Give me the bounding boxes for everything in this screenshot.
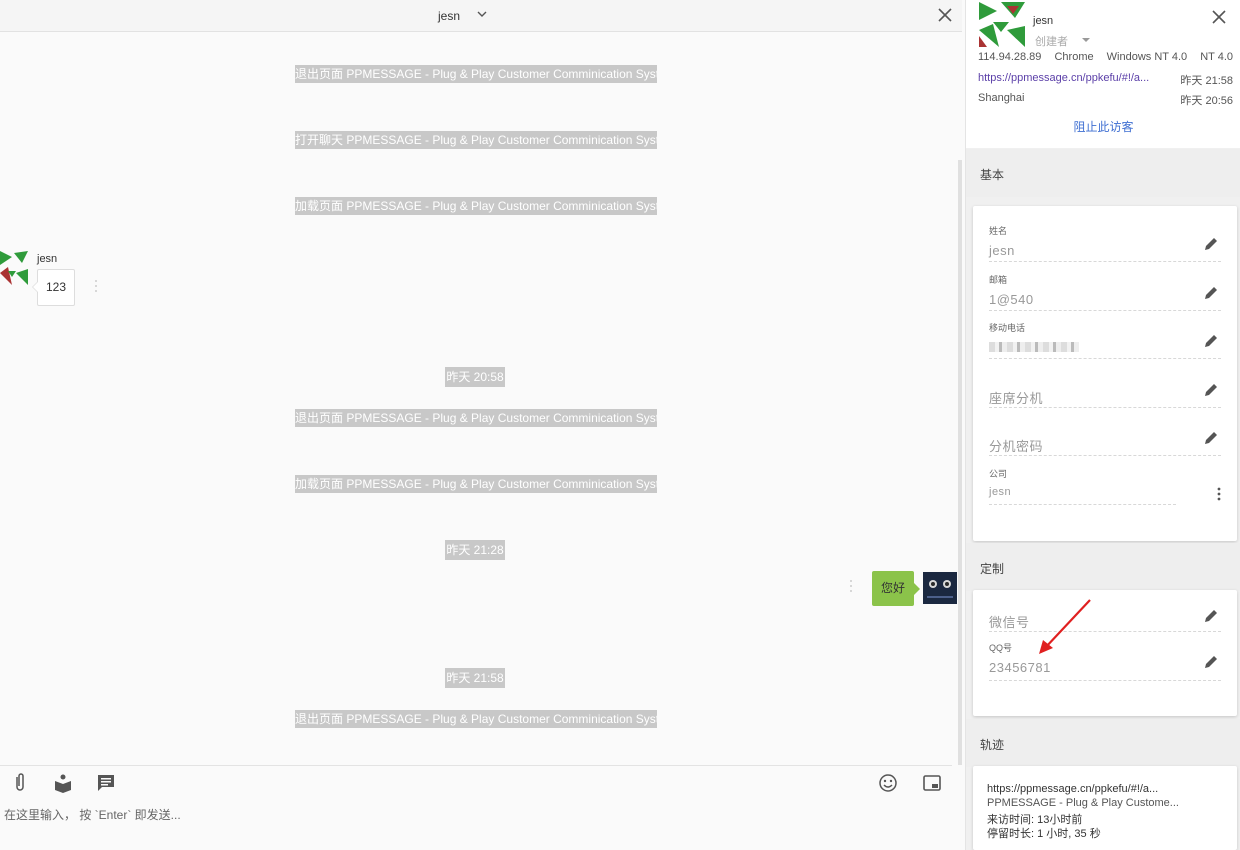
close-icon[interactable] <box>936 6 954 24</box>
visitor-os-short: NT 4.0 <box>1200 51 1233 63</box>
section-heading-custom: 定制 <box>966 543 1240 591</box>
visitor-summary: jesn 创建者 114.94.28.89 Chrome Windows NT … <box>966 0 1240 148</box>
sender-name: jesn <box>37 253 58 265</box>
agent-avatar[interactable] <box>923 572 957 604</box>
field-label: 公司 <box>989 469 1008 479</box>
edit-pencil-icon[interactable] <box>1203 382 1219 398</box>
field-placeholder[interactable]: 微信号 <box>989 612 1030 631</box>
visitor-current-url-row: https://ppmessage.cn/ppkefu/#!/a... <box>978 72 1149 84</box>
chat-pane: jesn 退出页面 PPMESSAGE - Plug & Play Custom… <box>0 0 962 850</box>
edit-pencil-icon[interactable] <box>1203 236 1219 252</box>
timestamp: 昨天 21:28 <box>445 540 505 560</box>
basic-info-card: 姓名 jesn 邮箱 1@540 移动电话 座席分机 分机密码 公司 jesn <box>973 206 1237 541</box>
field-placeholder[interactable]: 座席分机 <box>989 388 1043 407</box>
system-message: 退出页面 PPMESSAGE - Plug & Play Customer Co… <box>295 710 657 728</box>
section-heading-track: 轨迹 <box>966 719 1240 767</box>
edit-pencil-icon[interactable] <box>1203 333 1219 349</box>
field-label: 邮箱 <box>989 275 1008 285</box>
edit-pencil-icon[interactable] <box>1203 654 1219 670</box>
caret-down-icon[interactable] <box>1082 38 1090 46</box>
field-value[interactable]: jesn <box>989 243 1015 258</box>
wechat-field[interactable]: 微信号 <box>989 600 1221 632</box>
more-vert-icon[interactable] <box>1217 486 1221 502</box>
field-label: QQ号 <box>989 643 1013 653</box>
message-input-area <box>0 800 952 850</box>
conversation-title[interactable]: jesn <box>438 9 460 23</box>
track-stay-duration: 停留时长: 1 小时, 35 秒 <box>987 828 1101 840</box>
name-field[interactable]: 姓名 jesn <box>989 222 1221 262</box>
email-field[interactable]: 邮箱 1@540 <box>989 271 1221 311</box>
visitor-city-time: 昨天 20:56 <box>1180 95 1233 107</box>
system-message: 加载页面 PPMESSAGE - Plug & Play Customer Co… <box>295 475 657 493</box>
visitor-avatar[interactable] <box>0 251 28 285</box>
system-message: 加载页面 PPMESSAGE - Plug & Play Customer Co… <box>295 197 657 215</box>
chat-header: jesn <box>0 0 962 32</box>
knowledge-book-icon[interactable] <box>52 772 74 794</box>
block-visitor-button[interactable]: 阻止此访客 <box>966 118 1240 135</box>
outgoing-message-bubble[interactable]: 您好 <box>872 571 920 606</box>
chat-scrollbar[interactable] <box>958 160 962 765</box>
extension-password-field[interactable]: 分机密码 <box>989 416 1221 456</box>
field-label: 姓名 <box>989 226 1008 236</box>
visitor-role[interactable]: 创建者 <box>1035 33 1068 49</box>
canned-reply-icon[interactable] <box>95 772 117 794</box>
field-value[interactable]: 1@540 <box>989 292 1034 307</box>
track-page-title: PPMESSAGE - Plug & Play Custome... <box>987 797 1179 809</box>
system-message: 退出页面 PPMESSAGE - Plug & Play Customer Co… <box>295 65 657 83</box>
incoming-message-bubble[interactable]: 123 <box>32 269 75 306</box>
edit-pencil-icon[interactable] <box>1203 430 1219 446</box>
redacted-phone-value <box>989 342 1079 352</box>
attachment-icon[interactable] <box>9 772 31 794</box>
visitor-name: jesn <box>1033 15 1054 27</box>
visitor-city: Shanghai <box>978 92 1025 104</box>
visitor-info-panel: jesn 创建者 114.94.28.89 Chrome Windows NT … <box>965 0 1240 850</box>
field-placeholder[interactable]: 分机密码 <box>989 436 1043 455</box>
mobile-phone-field[interactable]: 移动电话 <box>989 319 1221 359</box>
field-value[interactable]: 23456781 <box>989 660 1051 675</box>
timestamp: 昨天 20:58 <box>445 367 505 387</box>
system-message: 退出页面 PPMESSAGE - Plug & Play Customer Co… <box>295 409 657 427</box>
track-card: https://ppmessage.cn/ppkefu/#!/a... PPME… <box>973 766 1237 850</box>
track-url[interactable]: https://ppmessage.cn/ppkefu/#!/a... <box>987 783 1158 795</box>
expand-editor-icon[interactable] <box>921 772 943 794</box>
timestamp: 昨天 21:58 <box>445 668 505 688</box>
visitor-client-info: 114.94.28.89 Chrome Windows NT 4.0 <box>978 51 1197 63</box>
visitor-current-url[interactable]: https://ppmessage.cn/ppkefu/#!/a... <box>978 72 1149 84</box>
close-icon[interactable] <box>1210 8 1228 26</box>
seat-extension-field[interactable]: 座席分机 <box>989 368 1221 408</box>
custom-info-card: 微信号 QQ号 23456781 <box>973 590 1237 716</box>
visitor-os: Windows NT 4.0 <box>1106 51 1188 63</box>
section-heading-basic: 基本 <box>966 149 1240 197</box>
message-input[interactable] <box>0 800 952 830</box>
visitor-avatar[interactable] <box>979 2 1025 47</box>
field-label: 移动电话 <box>989 323 1026 333</box>
visitor-location-row: Shanghai <box>978 92 1035 104</box>
edit-pencil-icon[interactable] <box>1203 608 1219 624</box>
visitor-url-time: 昨天 21:58 <box>1180 75 1233 87</box>
message-more-icon[interactable] <box>849 579 853 593</box>
visitor-ip: 114.94.28.89 <box>978 51 1042 63</box>
company-field[interactable]: 公司 jesn <box>989 465 1176 505</box>
qq-field[interactable]: QQ号 23456781 <box>989 639 1221 681</box>
visitor-browser: Chrome <box>1054 51 1094 63</box>
composer-toolbar <box>0 765 952 800</box>
emoji-icon[interactable] <box>877 772 899 794</box>
chevron-down-icon[interactable] <box>475 7 489 21</box>
app-window: jesn 退出页面 PPMESSAGE - Plug & Play Custom… <box>0 0 1240 850</box>
system-message: 打开聊天 PPMESSAGE - Plug & Play Customer Co… <box>295 131 657 149</box>
edit-pencil-icon[interactable] <box>1203 285 1219 301</box>
field-value[interactable]: jesn <box>989 486 1011 498</box>
message-more-icon[interactable] <box>94 279 98 293</box>
